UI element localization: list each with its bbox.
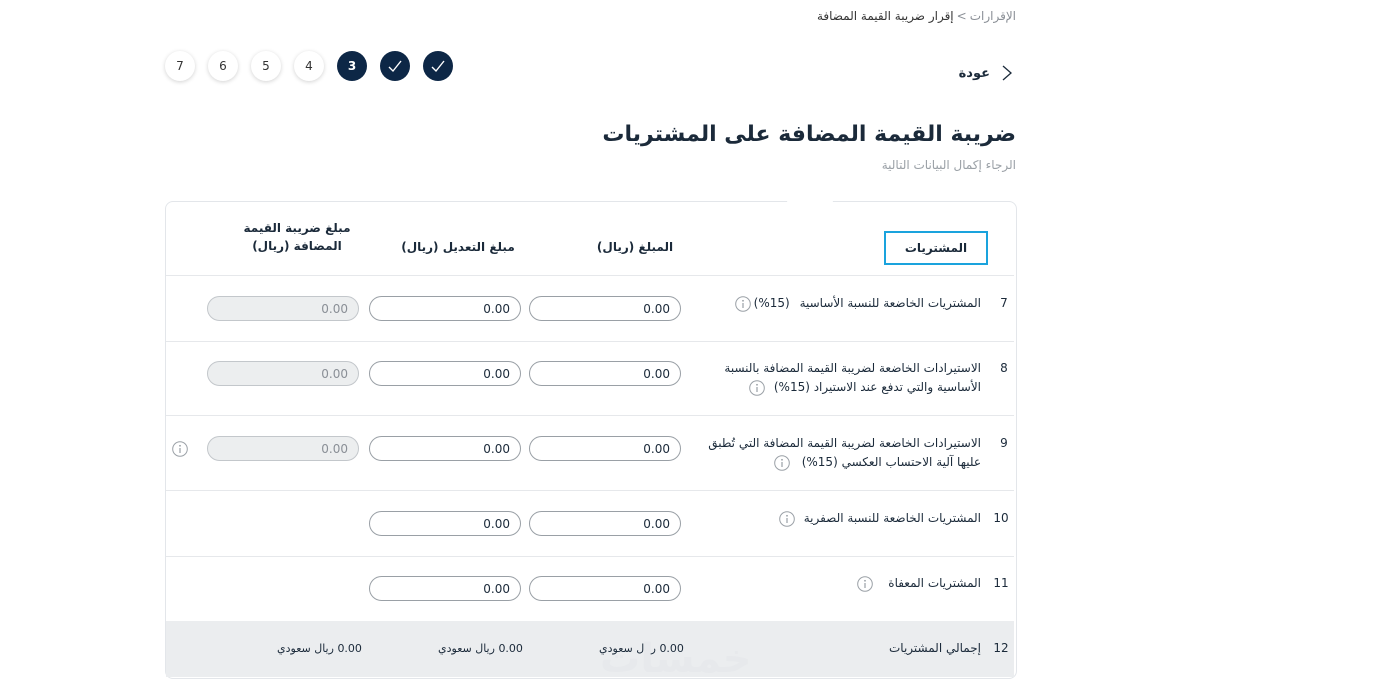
check-icon xyxy=(388,60,402,73)
header-vat: مبلغ ضريبة القيمة المضافة (ريال) xyxy=(222,221,372,253)
info-icon[interactable] xyxy=(779,511,795,527)
card-notch xyxy=(787,196,833,210)
row-label: الاستيرادات الخاضعة لضريبة القيمة المضاف… xyxy=(708,434,981,472)
header-vat-line1: مبلغ ضريبة القيمة xyxy=(243,221,351,235)
row-label: المشتريات الخاضعة للنسبة الأساسية (15%) xyxy=(754,294,981,313)
check-icon xyxy=(431,60,445,73)
amount-input[interactable] xyxy=(529,511,681,536)
breadcrumb-root[interactable]: الإقرارات xyxy=(970,9,1016,23)
row-number: 9 xyxy=(1000,436,1008,450)
amount-input[interactable] xyxy=(529,296,681,321)
total-vat: 0.00 ريال سعودي xyxy=(277,642,362,655)
adjustment-input[interactable] xyxy=(369,576,521,601)
page-subtitle: الرجاء إكمال البيانات التالية xyxy=(881,158,1016,172)
amount-input[interactable] xyxy=(529,436,681,461)
chevron-right-icon xyxy=(1002,65,1012,81)
header-vat-line2: المضافة (ريال) xyxy=(252,239,342,253)
row-divider xyxy=(166,341,1014,342)
step-label: 4 xyxy=(305,59,313,73)
total-adjustment: 0.00 ريال سعودي xyxy=(438,642,523,655)
step-3-current[interactable]: 3 xyxy=(337,51,367,81)
row-label-line1: المشتريات الخاضعة للنسبة الأساسية xyxy=(799,296,981,310)
row-divider xyxy=(166,490,1014,491)
step-7[interactable]: 7 xyxy=(165,51,195,81)
step-6[interactable]: 6 xyxy=(208,51,238,81)
step-1-done[interactable] xyxy=(423,51,453,81)
step-label: 6 xyxy=(219,59,227,73)
row-label: المشتريات المعفاة xyxy=(888,576,981,590)
row-number: 11 xyxy=(993,576,1009,590)
row-number: 7 xyxy=(1000,296,1008,310)
header-amount: المبلغ (ريال) xyxy=(596,240,674,254)
step-4[interactable]: 4 xyxy=(294,51,324,81)
adjustment-input[interactable] xyxy=(369,511,521,536)
adjustment-input[interactable] xyxy=(369,361,521,386)
back-label: عودة xyxy=(958,65,990,81)
info-icon[interactable] xyxy=(857,576,873,592)
vat-amount-field xyxy=(207,361,359,386)
breadcrumb-separator: > xyxy=(956,9,967,23)
header-purchases-box: المشتريات xyxy=(884,231,988,265)
back-button[interactable]: عودة xyxy=(959,62,1016,84)
amount-input[interactable] xyxy=(529,576,681,601)
row-label: المشتريات الخاضعة للنسبة الصفرية xyxy=(803,511,981,525)
row-divider xyxy=(166,415,1014,416)
row-divider xyxy=(166,275,1014,276)
page-title: ضريبة القيمة المضافة على المشتريات xyxy=(602,122,1016,147)
total-row-label: إجمالي المشتريات xyxy=(889,641,981,655)
header-purchases: المشتريات xyxy=(904,241,968,255)
step-label: 3 xyxy=(347,59,357,73)
watermark: خمسات xyxy=(600,636,752,682)
header-adjustment: مبلغ التعديل (ريال) xyxy=(401,240,515,254)
row-label-line1: الاستيرادات الخاضعة لضريبة القيمة المضاف… xyxy=(708,436,981,450)
row-label-line2: عليها آلية الاحتساب العكسي (15%) xyxy=(801,455,981,469)
step-5[interactable]: 5 xyxy=(251,51,281,81)
total-row-number: 12 xyxy=(993,641,1009,655)
info-icon[interactable] xyxy=(774,455,790,471)
breadcrumb-current: إقرار ضريبة القيمة المضافة xyxy=(816,9,954,23)
row-number: 10 xyxy=(993,511,1009,525)
step-2-done[interactable] xyxy=(380,51,410,81)
row-label-line2: (15%) xyxy=(753,296,790,310)
amount-input[interactable] xyxy=(529,361,681,386)
breadcrumb: الإقرارات>إقرار ضريبة القيمة المضافة xyxy=(817,9,1016,23)
adjustment-input[interactable] xyxy=(369,436,521,461)
step-label: 7 xyxy=(176,59,184,73)
step-label: 5 xyxy=(262,59,270,73)
adjustment-input[interactable] xyxy=(369,296,521,321)
info-icon[interactable] xyxy=(172,441,188,457)
row-label-line1: الاستيرادات الخاضعة لضريبة القيمة المضاف… xyxy=(724,361,981,375)
row-number: 8 xyxy=(1000,361,1008,375)
info-icon[interactable] xyxy=(749,380,765,396)
row-divider xyxy=(166,556,1014,557)
vat-amount-field xyxy=(207,296,359,321)
info-icon[interactable] xyxy=(735,296,751,312)
vat-amount-field xyxy=(207,436,359,461)
